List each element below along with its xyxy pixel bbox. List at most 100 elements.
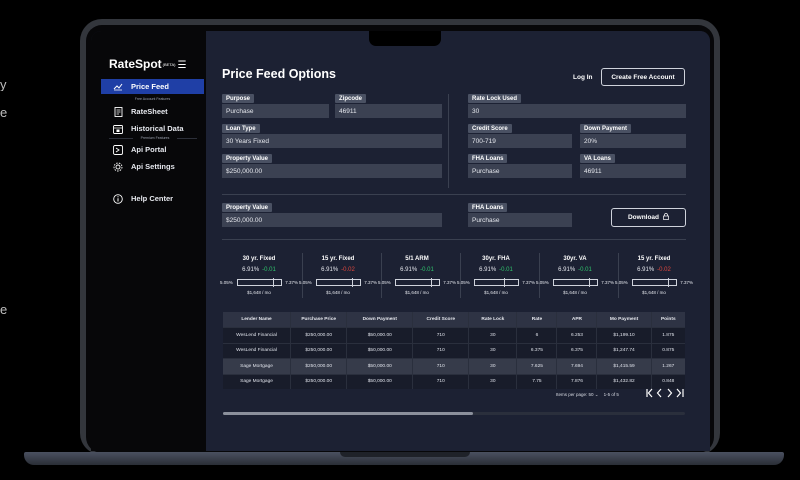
loan-type-label: Loan Type [222, 124, 260, 133]
sidebar-item-historical-data[interactable]: Historical Data [101, 121, 204, 136]
table-cell: Sage Mortgage [223, 358, 292, 374]
table-cell: $1,415.59 [596, 358, 652, 374]
fha-loans-2-label: FHA Loans [468, 203, 508, 212]
table-row[interactable]: WesLend Financial $250,000.00 $50,000.00 71… [223, 327, 685, 343]
menu-icon[interactable]: ☰ [178, 60, 187, 71]
brand-logo[interactable]: RateSpot(BETA) ☰ [109, 57, 186, 71]
loan-type-select[interactable]: 30 Years Fixed [222, 134, 442, 148]
rate-card-values: 6.91% -0.01 [536, 267, 614, 273]
table-row[interactable]: Sage Mortgage $250,000.00 $50,000.00 710 30 7… [223, 373, 685, 389]
pagination-arrows-icon[interactable] [646, 388, 686, 398]
login-link[interactable]: Log In [573, 74, 593, 81]
rate-change: -0.01 [262, 267, 276, 273]
sidebar-item-price-feed[interactable]: Price Feed [101, 79, 204, 94]
va-loans-label: VA Loans [580, 154, 616, 163]
down-payment-field[interactable]: 20% [580, 134, 686, 148]
chart-line-icon [113, 82, 123, 92]
range-low: 5.05% [378, 280, 391, 285]
create-account-button[interactable]: Create Free Account [601, 68, 685, 86]
table-cell: $1,247.74 [596, 342, 652, 359]
range-marker [273, 278, 275, 287]
calendar-icon [113, 124, 123, 134]
monthly-payment: $1,648 / mo [642, 290, 666, 295]
brand-name: RateSpot [109, 57, 162, 71]
camera-notch [369, 31, 441, 46]
horizontal-scrollbar[interactable] [223, 412, 685, 415]
rate-card[interactable]: 30yr. VA 6.91% -0.01 5.05% 7.37% $1,648 /… [536, 255, 614, 299]
table-cell: 710 [412, 327, 470, 343]
sidebar-item-api-settings[interactable]: Api Settings [101, 159, 204, 174]
sidebar-item-label: Price Feed [131, 82, 169, 91]
range-low: 5.05% [615, 280, 628, 285]
rate-card-values: 6.91% -0.01 [378, 267, 456, 273]
download-button[interactable]: Download [611, 208, 686, 227]
download-label: Download [627, 214, 660, 221]
purpose-select[interactable]: Purchase [222, 104, 329, 118]
page-range: 1-5 of 5 [603, 392, 619, 397]
table-cell: $50,000.00 [346, 373, 414, 389]
sidebar-item-label: Help Center [131, 194, 174, 203]
items-per-page-select[interactable]: Items per page: 50 [556, 392, 594, 397]
table-row[interactable]: WesLend Financial $250,000.00 $50,000.00 71… [223, 342, 685, 359]
sidebar-item-label: RateSheet [131, 107, 168, 116]
scrollbar-thumb[interactable] [223, 412, 473, 415]
credit-score-select[interactable]: 700-719 [468, 134, 572, 148]
column-header[interactable]: Down Payment [346, 312, 414, 328]
credit-score-label: Credit Score [468, 124, 512, 133]
main-panel: Price Feed Options Log In Create Free Ac… [206, 31, 710, 451]
column-header[interactable]: Purchase Price [290, 312, 348, 328]
rate-card[interactable]: 30 yr. Fixed 6.91% -0.01 5.05% 7.37% $1,6… [220, 255, 298, 299]
fha-loans-select[interactable]: Purchase [468, 164, 572, 178]
table-cell: 6.253 [556, 327, 598, 343]
fha-loans-2-select[interactable]: Purchase [468, 213, 572, 227]
sidebar-item-api-portal[interactable]: Api Portal [101, 142, 204, 157]
column-header[interactable]: Lender Name [223, 312, 292, 328]
table-cell: 7.876 [556, 373, 598, 389]
column-header[interactable]: Rate Lock [468, 312, 518, 328]
pagination-info: Items per page: 50 ⌄ 1-5 of 5 [556, 392, 619, 397]
table-cell: 30 [468, 373, 518, 389]
rate-card-values: 6.91% -0.02 [615, 267, 693, 273]
zipcode-label: Zipcode [335, 94, 367, 103]
rate-card[interactable]: 15 yr. Fixed 6.91% -0.02 5.05% 7.37% $1,6… [615, 255, 693, 299]
lock-icon [663, 213, 669, 222]
range-high: 7.37% [443, 280, 456, 285]
rate-change: -0.01 [499, 267, 513, 273]
sidebar-item-ratesheet[interactable]: RateSheet [101, 104, 204, 119]
property-value-field[interactable]: $250,000.00 [222, 164, 442, 178]
rate-lock-field[interactable]: 30 [468, 104, 686, 118]
down-payment-label: Down Payment [580, 124, 632, 133]
rate-value: 6.91% [242, 267, 260, 273]
rate-card[interactable]: 30yr. FHA 6.91% -0.01 5.05% 7.37% $1,648 … [457, 255, 535, 299]
rate-card[interactable]: 5/1 ARM 6.91% -0.01 5.05% 7.37% $1,648 / … [378, 255, 456, 299]
edge-text-2: e [0, 106, 8, 119]
zipcode-field[interactable]: 46911 [335, 104, 442, 118]
table-row[interactable]: Sage Mortgage $250,000.00 $50,000.00 710 30 7… [223, 358, 685, 374]
rate-card[interactable]: 15 yr. Fixed 6.91% -0.02 5.05% 7.37% $1,6… [299, 255, 377, 299]
pagination-nav[interactable] [646, 388, 686, 401]
column-header[interactable]: Credit Score [412, 312, 470, 328]
column-header[interactable]: Points [651, 312, 685, 328]
table-cell: 0.875 [651, 342, 685, 359]
table-cell: WesLend Financial [223, 327, 292, 343]
table-cell: $50,000.00 [346, 342, 414, 359]
range-high: 7.37% [601, 280, 614, 285]
table-cell: $1,199.10 [596, 327, 652, 343]
sidebar-item-help-center[interactable]: Help Center [101, 191, 204, 206]
column-header[interactable]: APR [556, 312, 598, 328]
range-marker [589, 278, 591, 287]
column-header[interactable]: Rate [516, 312, 558, 328]
app-screen: RateSpot(BETA) ☰ Price Feed Free Account … [91, 31, 710, 451]
va-loans-field[interactable]: 46911 [580, 164, 686, 178]
rate-change: -0.02 [341, 267, 355, 273]
range-low: 5.05% [536, 280, 549, 285]
range-marker [503, 278, 505, 287]
premium-features-note: Premium Features [133, 136, 177, 140]
range-low: 5.05% [457, 280, 470, 285]
property-value-2-field[interactable]: $250,000.00 [222, 213, 442, 227]
fha-loans-label: FHA Loans [468, 154, 508, 163]
range-low: 5.05% [220, 280, 233, 285]
column-header[interactable]: Mo Payment [596, 312, 652, 328]
rate-card-name: 5/1 ARM [405, 256, 429, 262]
table-cell: 1.267 [651, 358, 685, 374]
